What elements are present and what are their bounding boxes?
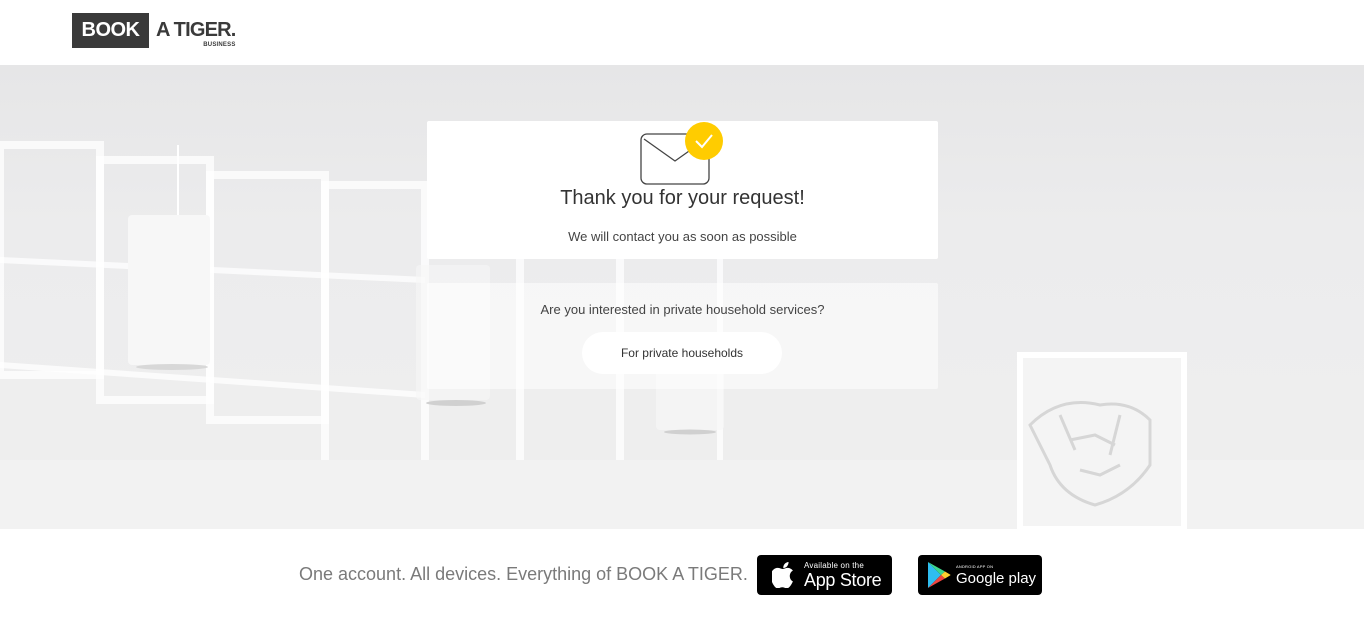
- logo-tiger-group: A TIGER. BUSINESS: [156, 13, 236, 49]
- logo-business-text: BUSINESS: [203, 42, 236, 48]
- private-households-button[interactable]: For private households: [582, 332, 782, 374]
- confirmation-card: Thank you for your request! We will cont…: [427, 121, 938, 259]
- google-play-big-text: Google play: [956, 569, 1037, 587]
- footer-tagline: One account. All devices. Everything of …: [299, 564, 748, 584]
- confirmation-subtitle: We will contact you as soon as possible: [568, 229, 797, 244]
- private-household-card: Are you interested in private household …: [427, 283, 938, 389]
- google-play-small-text: ANDROID APP ON: [956, 563, 994, 569]
- apple-icon: [772, 562, 793, 588]
- book-a-tiger-logo[interactable]: BOOK A TIGER. BUSINESS: [72, 13, 236, 49]
- logo-book-text: BOOK: [72, 13, 149, 48]
- footer: One account. All devices. Everything of …: [0, 529, 1364, 617]
- google-play-badge[interactable]: ANDROID APP ON Google play: [918, 555, 1042, 595]
- private-household-question: Are you interested in private household …: [540, 302, 825, 317]
- app-store-small-text: Available on the: [804, 560, 864, 570]
- envelope-check-icon: [640, 122, 723, 185]
- confirmation-title: Thank you for your request!: [560, 187, 805, 209]
- app-store-badge[interactable]: Available on the App Store: [757, 555, 892, 595]
- app-store-big-text: App Store: [804, 569, 882, 590]
- header: BOOK A TIGER. BUSINESS: [0, 0, 1364, 65]
- google-play-icon: [928, 562, 951, 588]
